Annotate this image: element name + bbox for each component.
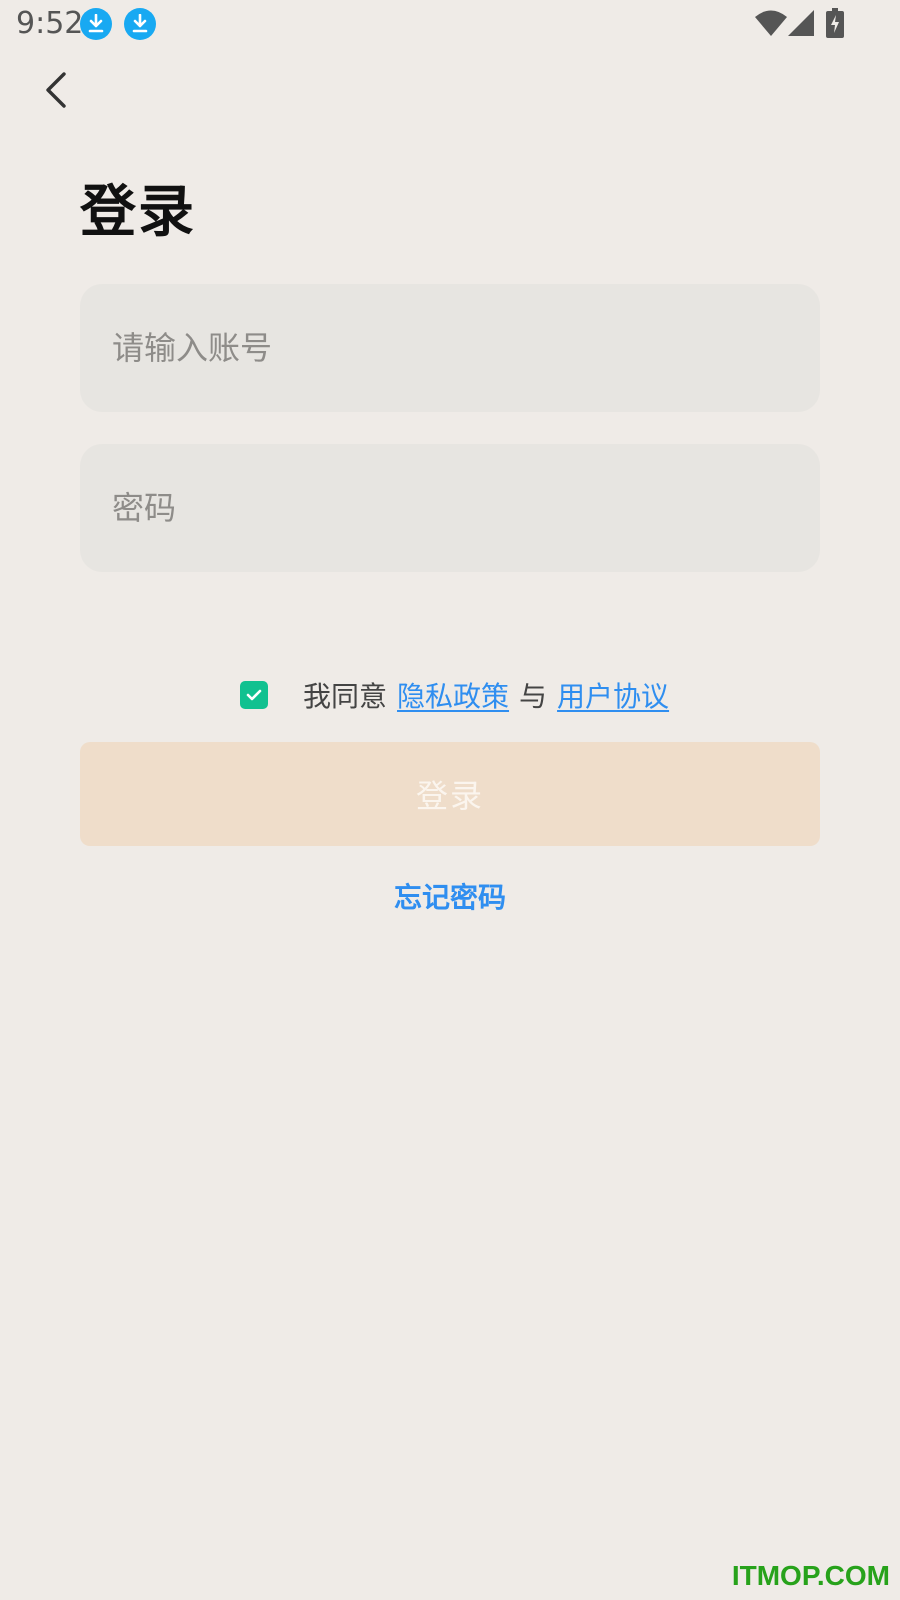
login-button[interactable]: 登录 xyxy=(80,742,820,846)
agreement-row: 我同意 隐私政策 与 用户协议 xyxy=(240,670,669,720)
download-notification-icon xyxy=(124,8,156,40)
account-field xyxy=(80,284,820,412)
page-title: 登录 xyxy=(80,180,196,245)
cellular-signal-icon xyxy=(788,10,814,40)
download-notification-icon xyxy=(80,8,112,40)
agreement-checkbox[interactable] xyxy=(240,681,268,709)
wifi-icon xyxy=(755,10,787,40)
user-agreement-link[interactable]: 用户协议 xyxy=(557,675,669,715)
password-input[interactable] xyxy=(80,444,820,572)
privacy-policy-link[interactable]: 隐私政策 xyxy=(397,675,509,715)
password-field xyxy=(80,444,820,572)
back-button[interactable] xyxy=(36,70,76,114)
agreement-prefix: 我同意 xyxy=(303,680,388,713)
status-time: 9:52 xyxy=(16,6,84,41)
battery-charging-icon xyxy=(826,8,844,42)
watermark: ITMOP.COM xyxy=(731,1560,890,1591)
checkmark-icon xyxy=(246,689,262,701)
agreement-conjunction: 与 xyxy=(519,680,548,713)
forgot-password-link[interactable]: 忘记密码 xyxy=(0,876,900,920)
account-input[interactable] xyxy=(80,284,820,412)
chevron-left-icon xyxy=(44,72,68,112)
